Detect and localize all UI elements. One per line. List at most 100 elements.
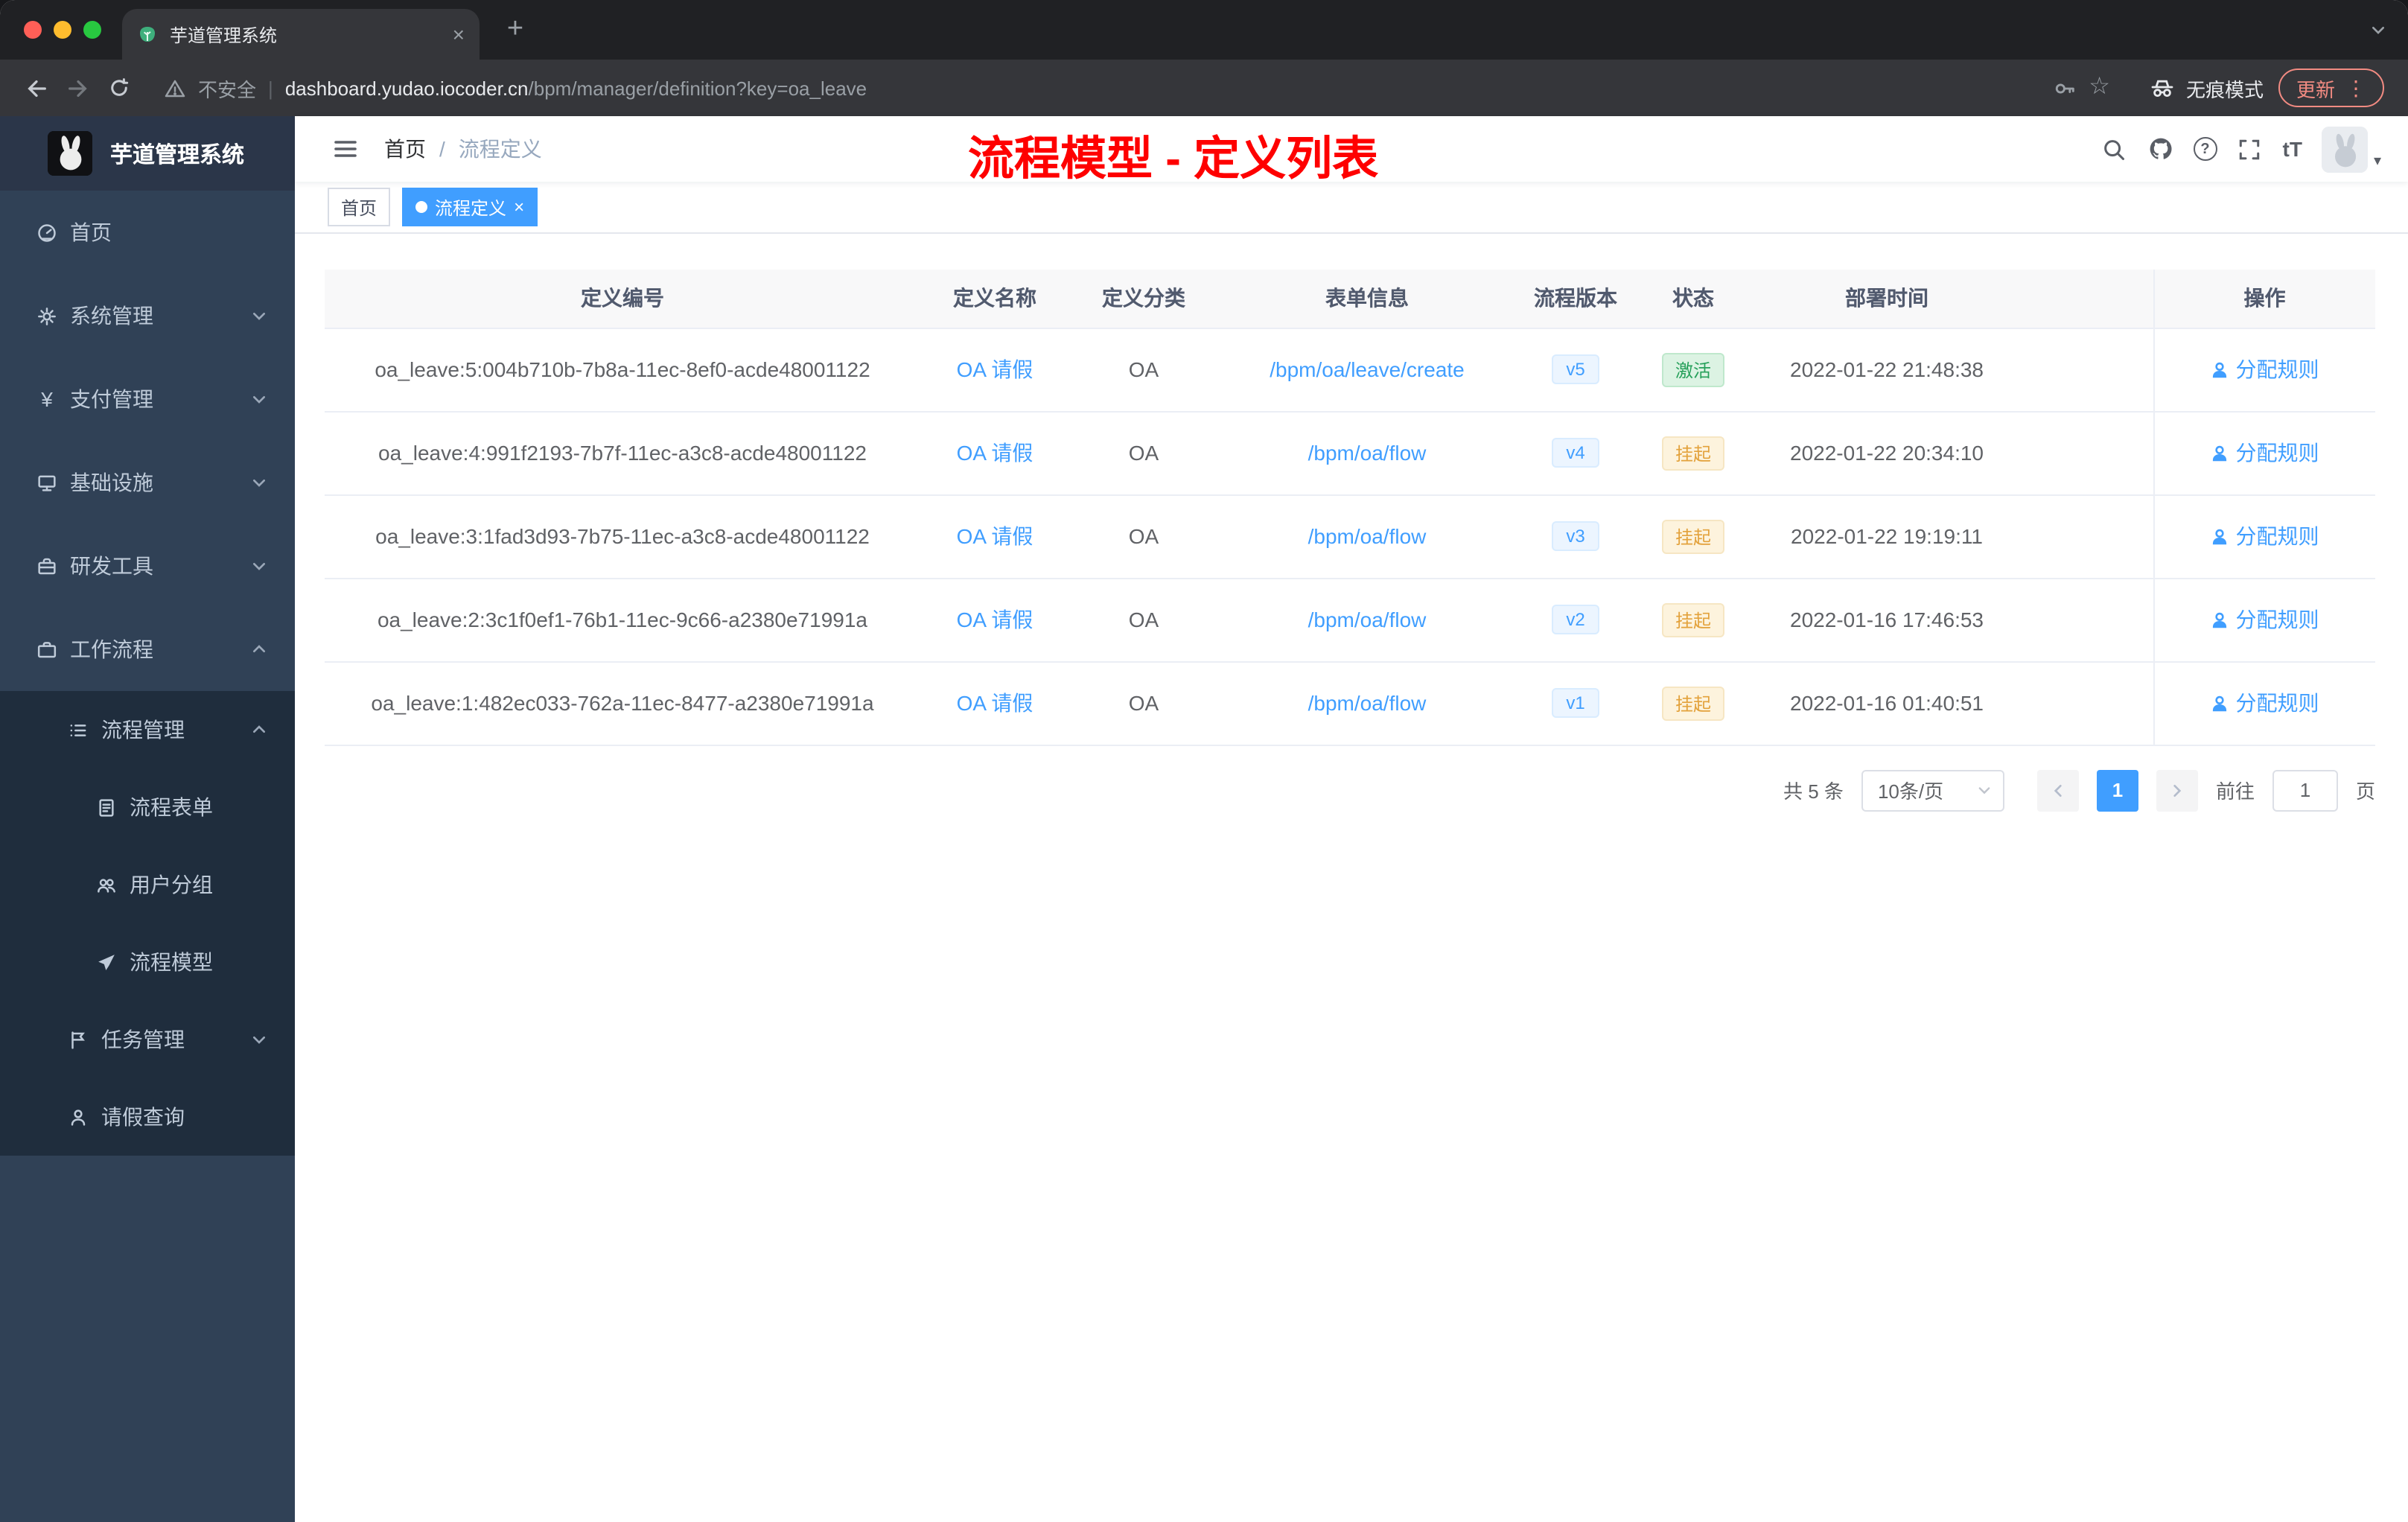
security-chip-label[interactable]: 不安全 bbox=[198, 74, 256, 102]
form-link[interactable]: /bpm/oa/leave/create bbox=[1270, 357, 1465, 381]
column-header-form: 表单信息 bbox=[1218, 270, 1516, 328]
definition-name-link[interactable]: OA 请假 bbox=[957, 608, 1033, 631]
close-window-button[interactable] bbox=[24, 21, 42, 39]
assign-rule-link[interactable]: 分配规则 bbox=[2211, 354, 2319, 384]
sidebar-logo[interactable]: 芋道管理系统 bbox=[0, 116, 295, 191]
avatar bbox=[2321, 126, 2368, 172]
sidebar-item-user-group[interactable]: 用户分组 bbox=[0, 846, 295, 923]
browser-tab[interactable]: 芋道管理系统 × bbox=[122, 9, 480, 60]
list-icon bbox=[70, 724, 86, 736]
table-row: oa_leave:1:482ec033-762a-11ec-8477-a2380… bbox=[325, 661, 2375, 745]
current-page-button[interactable]: 1 bbox=[2096, 769, 2138, 811]
github-icon[interactable] bbox=[2147, 136, 2174, 162]
tag-process-definition[interactable]: 流程定义 × bbox=[402, 188, 538, 226]
url-host: dashboard.yudao.iocoder.cn bbox=[284, 77, 529, 99]
tag-label: 首页 bbox=[341, 197, 378, 218]
incognito-badge: 无痕模式 bbox=[2149, 74, 2264, 102]
sidebar-item-devtools[interactable]: 研发工具 bbox=[0, 524, 295, 608]
filler-cell bbox=[2022, 494, 2153, 579]
dashboard-icon bbox=[38, 223, 56, 241]
forward-button[interactable] bbox=[57, 67, 98, 109]
column-header-category: 定义分类 bbox=[1069, 270, 1218, 328]
sidebar-item-workflow[interactable]: 工作流程 bbox=[0, 608, 295, 691]
table-row: oa_leave:4:991f2193-7b7f-11ec-a3c8-acde4… bbox=[325, 411, 2375, 495]
definition-name-link[interactable]: OA 请假 bbox=[957, 357, 1033, 381]
filler-cell bbox=[2022, 578, 2153, 662]
page-suffix-label: 页 bbox=[2355, 780, 2375, 803]
sidebar-item-infrastructure[interactable]: 基础设施 bbox=[0, 441, 295, 524]
sidebar-item-payment[interactable]: ¥ 支付管理 bbox=[0, 357, 295, 441]
form-link[interactable]: /bpm/oa/flow bbox=[1308, 524, 1427, 548]
definition-category: OA bbox=[1069, 411, 1218, 495]
site-favicon-icon bbox=[140, 27, 155, 42]
definition-id: oa_leave:3:1fad3d93-7b75-11ec-a3c8-acde4… bbox=[325, 494, 920, 579]
page-size-select[interactable]: 10条/页 bbox=[1861, 769, 2004, 811]
status-badge: 挂起 bbox=[1661, 519, 1724, 553]
not-secure-warning-icon bbox=[165, 79, 185, 97]
page-size-value: 10条/页 bbox=[1877, 780, 1944, 803]
gear-icon bbox=[38, 307, 56, 325]
sidebar-item-home[interactable]: 首页 bbox=[0, 191, 295, 274]
breadcrumb-separator: / bbox=[439, 137, 445, 161]
tab-search-chevron-icon[interactable] bbox=[2369, 21, 2387, 39]
sidebar-item-process-model[interactable]: 流程模型 bbox=[0, 923, 295, 1001]
sidebar-item-label: 工作流程 bbox=[70, 637, 153, 661]
prev-page-button[interactable] bbox=[2036, 769, 2079, 811]
table-row: oa_leave:5:004b710b-7b8a-11ec-8ef0-acde4… bbox=[325, 328, 2375, 412]
search-icon[interactable] bbox=[2101, 136, 2128, 162]
form-link[interactable]: /bpm/oa/flow bbox=[1308, 608, 1427, 631]
tag-close-icon[interactable]: × bbox=[514, 198, 524, 216]
incognito-icon bbox=[2151, 80, 2173, 98]
assign-rule-link[interactable]: 分配规则 bbox=[2211, 521, 2319, 551]
assign-rule-link[interactable]: 分配规则 bbox=[2211, 438, 2319, 468]
chevron-down-icon bbox=[253, 563, 265, 570]
password-key-icon[interactable] bbox=[2051, 75, 2077, 101]
definition-name-link[interactable]: OA 请假 bbox=[957, 691, 1033, 715]
sidebar-item-leave-query[interactable]: 请假查询 bbox=[0, 1078, 295, 1156]
deploy-time: 2022-01-16 01:40:51 bbox=[1751, 661, 2022, 745]
version-badge: v2 bbox=[1551, 605, 1600, 634]
assign-rule-link[interactable]: 分配规则 bbox=[2211, 605, 2319, 634]
font-size-icon[interactable]: tT bbox=[2283, 137, 2302, 161]
form-link[interactable]: /bpm/oa/flow bbox=[1308, 691, 1427, 715]
incognito-label: 无痕模式 bbox=[2185, 78, 2264, 101]
zoom-window-button[interactable] bbox=[83, 21, 101, 39]
bookmark-star-icon[interactable]: ☆ bbox=[2089, 75, 2110, 100]
tag-label: 流程定义 bbox=[435, 197, 507, 218]
browser-menu-dots-icon[interactable]: ⋮ bbox=[2345, 77, 2366, 98]
form-link[interactable]: /bpm/oa/flow bbox=[1308, 441, 1427, 465]
sidebar-item-process-management[interactable]: 流程管理 bbox=[0, 691, 295, 768]
active-tag-dot bbox=[415, 201, 428, 213]
omnibox-separator: | bbox=[268, 77, 273, 99]
sidebar-item-process-form[interactable]: 流程表单 bbox=[0, 768, 295, 846]
sidebar: 芋道管理系统 首页 系统管理 ¥ 支付管理 基础设施 研发工具 工作流程 流程管… bbox=[0, 116, 295, 1522]
next-page-button[interactable] bbox=[2156, 769, 2198, 811]
chrome-update-button[interactable]: 更新 ⋮ bbox=[2278, 69, 2384, 107]
sidebar-item-label: 请假查询 bbox=[101, 1105, 185, 1129]
reload-button[interactable] bbox=[98, 67, 140, 109]
sidebar-collapse-icon[interactable] bbox=[332, 136, 359, 162]
tab-close-icon[interactable]: × bbox=[453, 24, 465, 45]
assign-rule-label: 分配规则 bbox=[2235, 357, 2319, 381]
minimize-window-button[interactable] bbox=[54, 21, 71, 39]
definition-name-link[interactable]: OA 请假 bbox=[957, 524, 1033, 548]
help-icon[interactable]: ? bbox=[2193, 137, 2217, 161]
user-avatar-menu[interactable]: ▾ bbox=[2321, 126, 2381, 172]
goto-page-input[interactable] bbox=[2272, 769, 2338, 811]
assign-rule-link[interactable]: 分配规则 bbox=[2211, 688, 2319, 718]
tag-home[interactable]: 首页 bbox=[328, 188, 391, 226]
url-text[interactable]: dashboard.yudao.iocoder.cn/bpm/manager/d… bbox=[285, 77, 2039, 99]
sidebar-item-task-management[interactable]: 任务管理 bbox=[0, 1001, 295, 1078]
filler-cell bbox=[2022, 661, 2153, 745]
sidebar-item-label: 首页 bbox=[70, 220, 112, 244]
workflow-submenu: 流程管理 流程表单 用户分组 流程模型 任务管理 请假查询 bbox=[0, 691, 295, 1156]
sidebar-item-system[interactable]: 系统管理 bbox=[0, 274, 295, 357]
briefcase-icon bbox=[37, 641, 57, 657]
omnibox[interactable]: 不安全 | dashboard.yudao.iocoder.cn/bpm/man… bbox=[149, 67, 2125, 109]
goto-label: 前往 bbox=[2215, 780, 2255, 803]
new-tab-button[interactable]: + bbox=[494, 9, 536, 51]
definition-name-link[interactable]: OA 请假 bbox=[957, 441, 1033, 465]
fullscreen-icon[interactable] bbox=[2237, 136, 2264, 162]
breadcrumb-home[interactable]: 首页 bbox=[384, 134, 426, 164]
back-button[interactable] bbox=[15, 67, 57, 109]
